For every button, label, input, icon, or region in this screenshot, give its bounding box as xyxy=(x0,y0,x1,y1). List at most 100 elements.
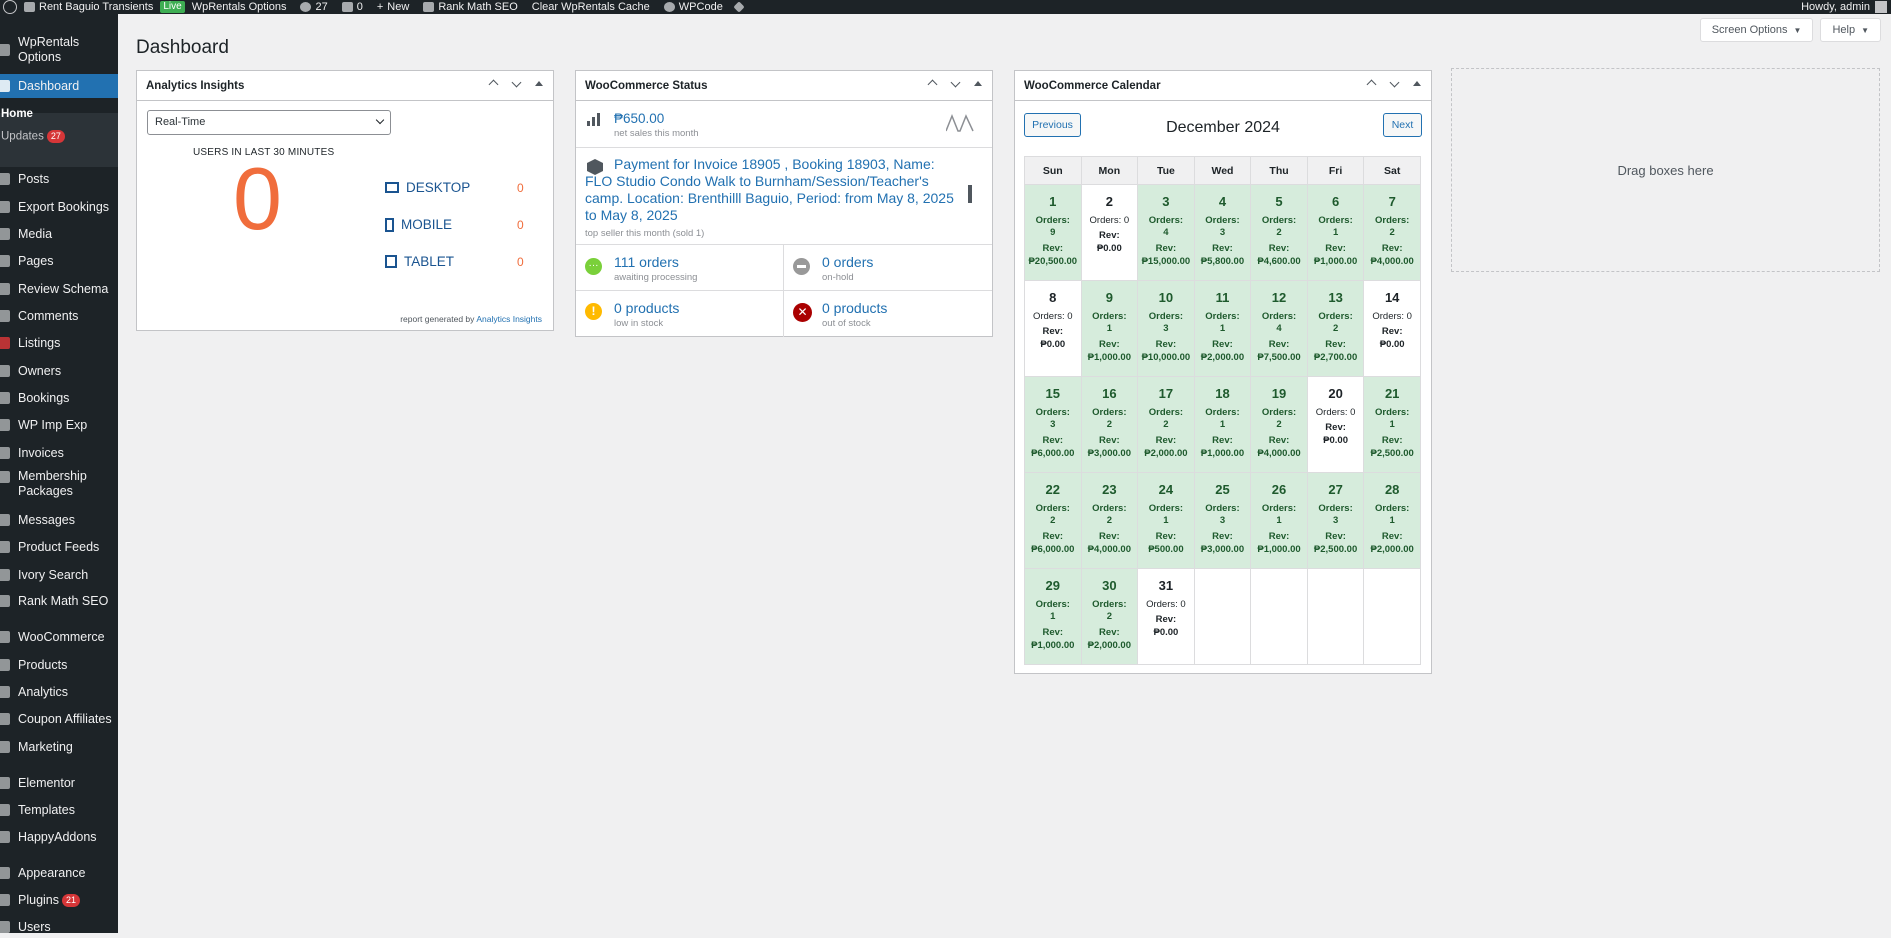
toggle-panel-icon[interactable] xyxy=(531,77,547,91)
menu-templates[interactable]: Templates xyxy=(0,799,118,821)
period-select[interactable]: Real-Time xyxy=(147,110,391,135)
calendar-day-cell[interactable]: 6 Orders: 1 Rev: ₱1,000.00 xyxy=(1306,184,1365,281)
calendar-day-cell[interactable]: 23 Orders: 2 Rev: ₱4,000.00 xyxy=(1080,472,1139,569)
calendar-day-cell[interactable]: 20 Orders: 0 Rev: ₱0.00 xyxy=(1306,376,1365,473)
menu-bookings[interactable]: Bookings xyxy=(0,387,118,409)
menu-coupon-affiliates[interactable]: Coupon Affiliates xyxy=(0,708,118,730)
menu-appearance[interactable]: Appearance xyxy=(0,862,118,884)
scrollbar-handle[interactable] xyxy=(968,185,972,203)
calendar-day-cell[interactable]: 10 Orders: 3 Rev: ₱10,000.00 xyxy=(1137,280,1195,377)
menu-owners[interactable]: Owners xyxy=(0,360,118,382)
move-up-icon[interactable] xyxy=(485,77,501,91)
rank-math-link[interactable]: Rank Math SEO xyxy=(416,0,524,14)
menu-marketing[interactable]: Marketing xyxy=(0,736,118,758)
move-up-icon[interactable] xyxy=(1363,77,1379,91)
calendar-day-cell[interactable]: 31 Orders: 0 Rev: ₱0.00 xyxy=(1137,568,1195,665)
calendar-day-cell[interactable]: 14 Orders: 0 Rev: ₱0.00 xyxy=(1363,280,1421,377)
move-up-icon[interactable] xyxy=(924,77,940,91)
widget-header[interactable]: Analytics Insights xyxy=(137,71,553,101)
menu-analytics[interactable]: Analytics xyxy=(0,681,118,703)
low-stock-cell[interactable]: ! 0 products low in stock xyxy=(576,291,784,337)
menu-comments[interactable]: Comments xyxy=(0,305,118,327)
menu-invoices[interactable]: Invoices xyxy=(0,442,118,464)
menu-ivory-search[interactable]: Ivory Search xyxy=(0,564,118,586)
clear-cache-link[interactable]: Clear WpRentals Cache xyxy=(525,0,657,14)
empty-drop-zone[interactable]: Drag boxes here xyxy=(1451,68,1880,272)
calendar-day-cell[interactable]: 11 Orders: 1 Rev: ₱2,000.00 xyxy=(1193,280,1252,377)
comments-link[interactable]: 0 xyxy=(335,0,370,14)
calendar-day-cell[interactable]: 15 Orders: 3 Rev: ₱6,000.00 xyxy=(1024,376,1082,473)
calendar-day-cell[interactable]: 26 Orders: 1 Rev: ₱1,000.00 xyxy=(1250,472,1308,569)
widget-header[interactable]: WooCommerce Calendar xyxy=(1015,71,1431,101)
submenu-updates[interactable]: Updates 27 xyxy=(0,130,65,143)
menu-elementor[interactable]: Elementor xyxy=(0,772,118,794)
site-name-link[interactable]: Rent Baguio Transients xyxy=(17,0,160,14)
calendar-day-cell[interactable]: 18 Orders: 1 Rev: ₱1,000.00 xyxy=(1193,376,1252,473)
help-button[interactable]: Help ▼ xyxy=(1820,18,1881,42)
calendar-day-cell[interactable]: 27 Orders: 3 Rev: ₱2,500.00 xyxy=(1306,472,1365,569)
menu-review-schema[interactable]: Review Schema xyxy=(0,278,118,300)
menu-media[interactable]: Media xyxy=(0,223,118,245)
screen-options-button[interactable]: Screen Options ▼ xyxy=(1699,18,1814,42)
calendar-day-cell[interactable]: 17 Orders: 2 Rev: ₱2,000.00 xyxy=(1137,376,1195,473)
wprentals-options-link[interactable]: WpRentals Options xyxy=(185,0,294,14)
calendar-week-row: 15 Orders: 3 Rev: ₱6,000.00 16 Orders: 2 Rev: ₱3,… xyxy=(1024,376,1421,473)
calendar-day-cell[interactable]: 7 Orders: 2 Rev: ₱4,000.00 xyxy=(1363,184,1421,281)
account-menu[interactable]: Howdy, admin xyxy=(1801,1,1891,13)
wordpress-logo-icon[interactable] xyxy=(3,0,17,14)
processing-orders-cell[interactable]: ··· 111 orders awaiting processing xyxy=(576,245,784,291)
menu-plugins[interactable]: Plugins 21 xyxy=(0,889,118,911)
calendar-day-cell[interactable]: 16 Orders: 2 Rev: ₱3,000.00 xyxy=(1080,376,1139,473)
calendar-day-cell[interactable]: 25 Orders: 3 Rev: ₱3,000.00 xyxy=(1193,472,1252,569)
move-down-icon[interactable] xyxy=(508,77,524,91)
calendar-day-cell[interactable]: 8 Orders: 0 Rev: ₱0.00 xyxy=(1024,280,1082,377)
calendar-day-cell[interactable]: 21 Orders: 1 Rev: ₱2,500.00 xyxy=(1363,376,1421,473)
menu-membership-packages[interactable]: Membership Packages xyxy=(0,468,118,500)
calendar-day-cell[interactable]: 24 Orders: 1 Rev: ₱500.00 xyxy=(1137,472,1195,569)
top-seller-row[interactable]: Payment for Invoice 18905 , Booking 1890… xyxy=(576,148,992,245)
calendar-day-cell[interactable]: 4 Orders: 3 Rev: ₱5,800.00 xyxy=(1193,184,1252,281)
updates-link[interactable]: 27 xyxy=(293,0,334,14)
calendar-day-cell[interactable]: 1 Orders: 9 Rev: ₱20,500.00 xyxy=(1024,184,1082,281)
menu-pages[interactable]: Pages xyxy=(0,250,118,272)
wpcode-link[interactable]: WPCode xyxy=(657,0,750,14)
day-number: 10 xyxy=(1158,290,1174,305)
analytics-insights-link[interactable]: Analytics Insights xyxy=(476,314,542,324)
calendar-day-cell[interactable]: 28 Orders: 1 Rev: ₱2,000.00 xyxy=(1363,472,1421,569)
widget-header[interactable]: WooCommerce Status xyxy=(576,71,992,101)
next-month-button[interactable]: Next xyxy=(1383,113,1422,137)
menu-posts[interactable]: Posts xyxy=(0,168,118,190)
menu-export-bookings[interactable]: Export Bookings xyxy=(0,196,118,218)
onhold-orders-cell[interactable]: 0 orders on-hold xyxy=(784,245,994,291)
menu-users[interactable]: Users xyxy=(0,916,118,938)
new-content-link[interactable]: + New xyxy=(370,0,416,14)
menu-products[interactable]: Products xyxy=(0,654,118,676)
day-number: 5 xyxy=(1275,194,1283,209)
menu-woocommerce[interactable]: WooCommerce xyxy=(0,626,118,648)
calendar-day-cell[interactable]: 29 Orders: 1 Rev: ₱1,000.00 xyxy=(1024,568,1082,665)
menu-wp-imp-exp[interactable]: WP Imp Exp xyxy=(0,414,118,436)
calendar-day-cell[interactable]: 5 Orders: 2 Rev: ₱4,600.00 xyxy=(1250,184,1308,281)
calendar-day-cell[interactable]: 30 Orders: 2 Rev: ₱2,000.00 xyxy=(1080,568,1139,665)
calendar-day-cell[interactable]: 3 Orders: 4 Rev: ₱15,000.00 xyxy=(1137,184,1195,281)
menu-listings[interactable]: Listings xyxy=(0,332,118,354)
calendar-day-cell[interactable]: 19 Orders: 2 Rev: ₱4,000.00 xyxy=(1250,376,1308,473)
menu-rank-math[interactable]: Rank Math SEO xyxy=(0,590,118,612)
calendar-day-cell[interactable]: 2 Orders: 0 Rev: ₱0.00 xyxy=(1080,184,1139,281)
net-sales-row[interactable]: ₱650.00 net sales this month xyxy=(576,101,992,148)
toggle-panel-icon[interactable] xyxy=(1409,77,1425,91)
out-of-stock-cell[interactable]: ✕ 0 products out of stock xyxy=(784,291,994,337)
toggle-panel-icon[interactable] xyxy=(970,77,986,91)
move-down-icon[interactable] xyxy=(947,77,963,91)
menu-messages[interactable]: Messages xyxy=(0,509,118,531)
submenu-home[interactable]: Home xyxy=(0,108,33,120)
menu-wprentals-options[interactable]: WpRentals Options xyxy=(0,34,118,66)
menu-dashboard[interactable]: Dashboard xyxy=(0,74,118,98)
calendar-day-cell[interactable]: 13 Orders: 2 Rev: ₱2,700.00 xyxy=(1306,280,1365,377)
calendar-day-cell[interactable]: 12 Orders: 4 Rev: ₱7,500.00 xyxy=(1250,280,1308,377)
menu-product-feeds[interactable]: Product Feeds xyxy=(0,536,118,558)
calendar-day-cell[interactable]: 9 Orders: 1 Rev: ₱1,000.00 xyxy=(1080,280,1139,377)
menu-happyaddons[interactable]: HappyAddons xyxy=(0,826,118,848)
move-down-icon[interactable] xyxy=(1386,77,1402,91)
calendar-day-cell[interactable]: 22 Orders: 2 Rev: ₱6,000.00 xyxy=(1024,472,1082,569)
